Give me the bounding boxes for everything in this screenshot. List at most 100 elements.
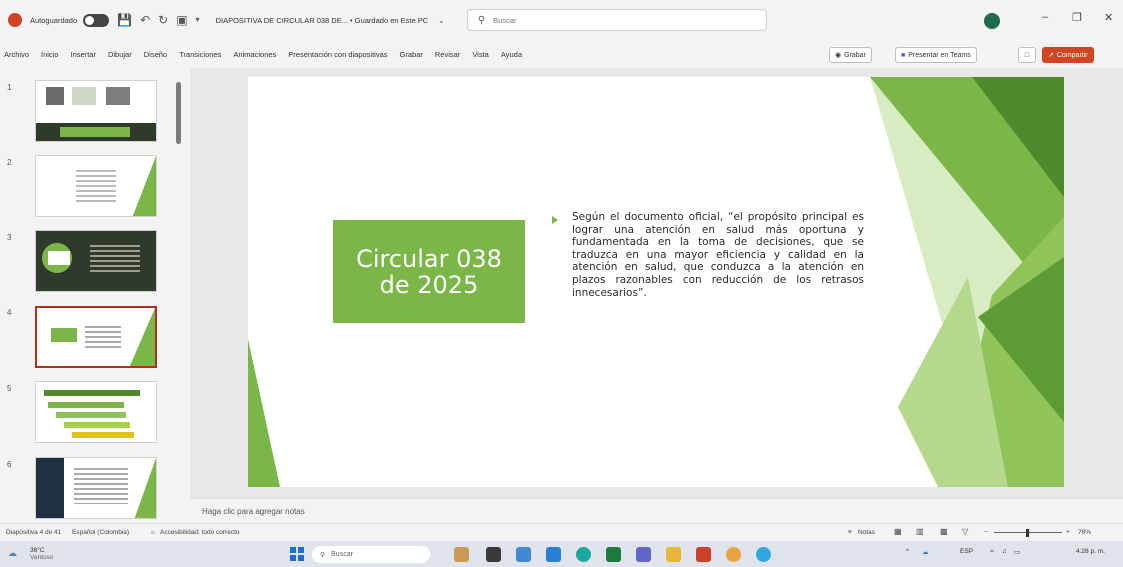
tab-diseno[interactable]: Diseño — [144, 50, 167, 59]
slide-number-3: 3 — [7, 233, 12, 242]
taskbar-search[interactable]: ⚲ Buscar — [312, 546, 430, 563]
user-avatar[interactable] — [984, 13, 1000, 29]
taskbar-app-taskview-icon[interactable] — [486, 547, 501, 562]
tab-animaciones[interactable]: Animaciones — [233, 50, 276, 59]
slide-count: Diapositiva 4 de 41 — [6, 529, 62, 536]
document-title[interactable]: DIAPOSITIVA DE CIRCULAR 038 DE... • Guar… — [216, 16, 429, 25]
taskbar-app-powerpoint-icon[interactable] — [696, 547, 711, 562]
share-icon: ↗ — [1048, 52, 1054, 59]
presentation-start-icon[interactable]: ▣ — [176, 14, 187, 26]
thumb-title-box — [48, 251, 70, 265]
slideshow-icon[interactable]: ▽ — [962, 527, 968, 536]
tab-vista[interactable]: Vista — [472, 50, 489, 59]
taskbar-app-widgets-icon[interactable] — [454, 547, 469, 562]
thumb-text-block — [74, 468, 128, 504]
tab-ayuda[interactable]: Ayuda — [501, 50, 522, 59]
slide-thumbnail-1[interactable] — [35, 80, 157, 142]
record-icon: ◉ — [835, 52, 842, 59]
current-slide[interactable]: Circular 038 de 2025 Según el documento … — [248, 77, 1064, 487]
tab-archivo[interactable]: Archivo — [4, 50, 29, 59]
taskbar-app-excel-icon[interactable] — [606, 547, 621, 562]
close-icon[interactable]: ✕ — [1104, 11, 1113, 24]
taskbar-search-placeholder: Buscar — [331, 551, 353, 558]
tab-presentacion[interactable]: Presentación con diapositivas — [288, 50, 387, 59]
bullet-arrow-icon — [552, 216, 558, 224]
tray-chevron-icon[interactable]: ^ — [906, 548, 909, 555]
taskbar-app-teams-icon[interactable] — [636, 547, 651, 562]
taskbar-app-firefox-icon[interactable] — [726, 547, 741, 562]
share-label: Compartir — [1056, 51, 1088, 59]
search-icon: ⚲ — [477, 14, 486, 26]
tab-insertar[interactable]: Insertar — [71, 50, 96, 59]
tab-grabar[interactable]: Grabar — [400, 50, 423, 59]
autosave-label: Autoguardado — [30, 15, 78, 25]
undo-icon[interactable]: ↶ — [140, 14, 150, 26]
notes-toggle[interactable]: Notas — [858, 529, 875, 536]
redo-icon[interactable]: ↻ — [158, 14, 168, 26]
taskbar-app-chrome-icon[interactable] — [576, 547, 591, 562]
slide-thumbnail-5[interactable] — [35, 381, 157, 443]
tab-inicio[interactable]: Inicio — [41, 50, 59, 59]
reading-view-icon[interactable]: ▩ — [940, 527, 948, 536]
slide-thumbnail-6[interactable] — [35, 457, 157, 519]
chevron-down-icon[interactable]: ⌄ — [438, 16, 445, 25]
share-button[interactable]: ↗ Compartir — [1042, 47, 1094, 63]
thumb-title-box — [60, 127, 130, 137]
autosave-toggle[interactable] — [83, 13, 110, 27]
thumb-photo — [36, 458, 64, 518]
notes-placeholder: Haga clic para agregar notas — [202, 507, 305, 516]
minimize-icon[interactable]: – — [1042, 11, 1048, 23]
present-in-teams-button[interactable]: ■ Presentar en Teams — [895, 47, 977, 63]
thumbnail-scrollbar-thumb[interactable] — [176, 82, 181, 144]
accessibility-status[interactable]: Accesibilidad: todo correcto — [160, 529, 240, 536]
taskbar-app-outlook-icon[interactable] — [546, 547, 561, 562]
tab-dibujar[interactable]: Dibujar — [108, 50, 132, 59]
comments-button[interactable]: □ — [1018, 47, 1036, 63]
normal-view-icon[interactable]: ▦ — [894, 527, 902, 536]
tray-language[interactable]: ESP — [960, 548, 973, 555]
weather-condition: Ventoso — [30, 554, 54, 561]
tab-transiciones[interactable]: Transiciones — [179, 50, 221, 59]
comment-icon: □ — [1024, 51, 1030, 59]
tray-onedrive-icon[interactable]: ☁ — [922, 548, 929, 556]
zoom-out-icon[interactable]: − — [984, 529, 988, 536]
taskbar-app-edge-icon[interactable] — [516, 547, 531, 562]
thumb-photo — [106, 87, 130, 105]
search-placeholder: Buscar — [493, 15, 517, 25]
slide-body[interactable]: Según el documento oficial, “el propósit… — [552, 211, 864, 299]
notes-pane[interactable]: Haga clic para agregar notas — [190, 498, 1123, 523]
thumb-bar — [56, 412, 126, 418]
thumb-bar — [64, 422, 130, 428]
maximize-icon[interactable]: ❐ — [1072, 11, 1082, 24]
slide-title-box[interactable]: Circular 038 de 2025 — [333, 220, 525, 323]
status-bar: Diapositiva 4 de 41 Español (Colombia) ☼… — [0, 523, 1123, 541]
record-button[interactable]: ◉ Grabar — [829, 47, 872, 63]
teams-icon: ■ — [901, 51, 906, 59]
search-input[interactable]: ⚲ Buscar — [466, 9, 767, 31]
taskbar-app-explorer-icon[interactable] — [666, 547, 681, 562]
bottom-left-green-shape — [248, 339, 280, 487]
title-bar: Autoguardado 💾 ↶ ↻ ▣ ▾ DIAPOSITIVA DE CI… — [0, 0, 1123, 40]
zoom-level[interactable]: 78% — [1078, 529, 1091, 536]
slide-thumbnail-4-selected[interactable] — [35, 306, 157, 368]
slide-sorter-icon[interactable]: ▥ — [916, 527, 924, 536]
thumb-text-block — [90, 245, 140, 275]
thumb-green-shape — [134, 458, 156, 518]
clock-time[interactable]: 4:28 p. m. — [1076, 548, 1105, 555]
language-status[interactable]: Español (Colombia) — [72, 529, 129, 536]
tab-revisar[interactable]: Revisar — [435, 50, 460, 59]
notes-toggle-icon[interactable]: ≡ — [848, 529, 852, 536]
start-button-icon[interactable] — [290, 547, 304, 561]
slide-thumbnail-2[interactable] — [35, 155, 157, 217]
slide-thumbnail-3[interactable] — [35, 230, 157, 292]
thumb-photo — [72, 87, 96, 105]
zoom-slider-handle[interactable] — [1026, 529, 1029, 537]
save-icon[interactable]: 💾 — [117, 14, 132, 26]
taskbar-app-skype-icon[interactable] — [756, 547, 771, 562]
volume-icon[interactable]: ♫ — [1002, 548, 1007, 555]
zoom-in-icon[interactable]: + — [1066, 529, 1070, 536]
weather-widget[interactable]: 36°C Ventoso — [30, 547, 54, 561]
battery-icon[interactable]: ▭ — [1014, 548, 1020, 556]
wifi-icon[interactable]: ≈ — [990, 548, 994, 555]
customize-toolbar-icon[interactable]: ▾ — [196, 16, 200, 24]
